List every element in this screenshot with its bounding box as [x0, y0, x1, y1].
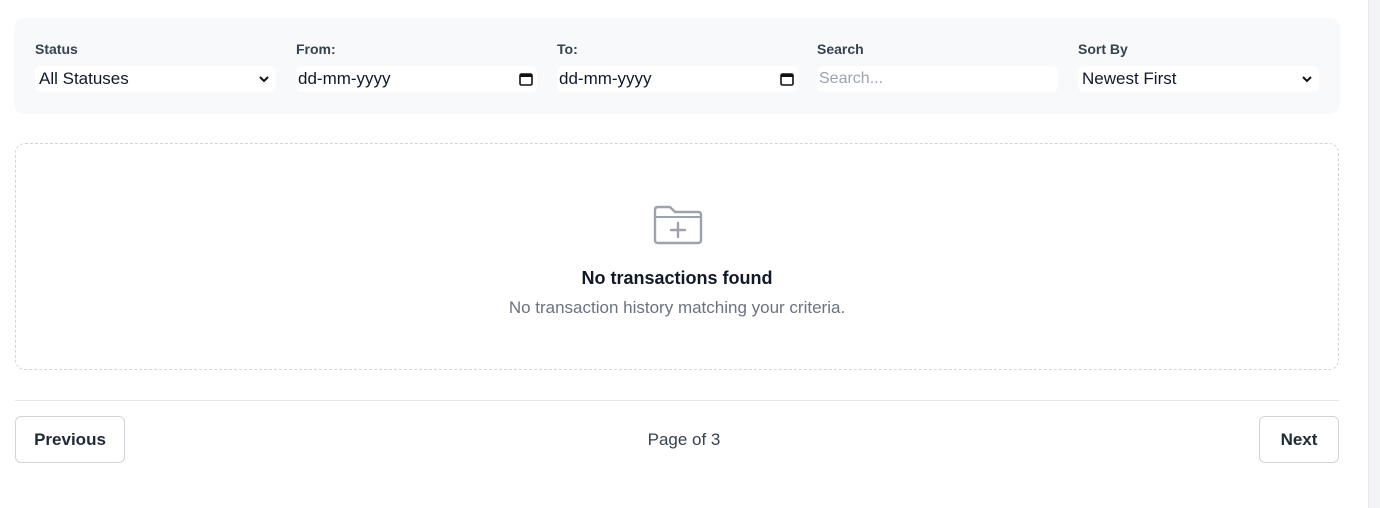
calendar-icon[interactable]: [519, 72, 533, 86]
empty-state-title: No transactions found: [581, 268, 773, 288]
empty-state-message: No transaction history matching your cri…: [508, 298, 846, 317]
from-label: From:: [296, 41, 336, 57]
calendar-icon[interactable]: [780, 72, 794, 86]
search-placeholder: Search...: [819, 70, 884, 87]
status-select-value: All Statuses: [39, 69, 129, 88]
window-edge: [1368, 0, 1380, 508]
to-filter: To: dd-mm-yyyy: [557, 40, 798, 92]
page-info: Page of 3: [647, 430, 721, 449]
sort-select[interactable]: Newest First: [1078, 66, 1319, 92]
status-label: Status: [35, 41, 78, 57]
next-button[interactable]: Next: [1259, 416, 1339, 463]
status-filter: Status All Statuses: [35, 40, 276, 92]
sort-label: Sort By: [1078, 41, 1128, 57]
search-filter: Search Search...: [817, 40, 1058, 92]
sort-filter: Sort By Newest First: [1078, 40, 1319, 92]
to-date-value: dd-mm-yyyy: [559, 69, 652, 88]
from-date-value: dd-mm-yyyy: [298, 69, 391, 88]
previous-button[interactable]: Previous: [15, 416, 125, 463]
chevron-down-icon: [259, 76, 269, 83]
to-label: To:: [557, 41, 578, 57]
from-filter: From: dd-mm-yyyy: [296, 40, 537, 92]
search-label: Search: [817, 41, 864, 57]
chevron-down-icon: [1302, 76, 1312, 83]
divider: [15, 400, 1339, 401]
folder-plus-icon: [653, 205, 703, 245]
status-select[interactable]: All Statuses: [35, 66, 276, 92]
from-date-input[interactable]: dd-mm-yyyy: [296, 66, 537, 92]
search-input[interactable]: Search...: [817, 66, 1058, 92]
to-date-input[interactable]: dd-mm-yyyy: [557, 66, 798, 92]
empty-state: No transactions found No transaction his…: [15, 143, 1339, 370]
sort-select-value: Newest First: [1082, 69, 1177, 88]
filter-panel: Status All Statuses From: dd-mm-yyyy To:…: [14, 18, 1340, 114]
